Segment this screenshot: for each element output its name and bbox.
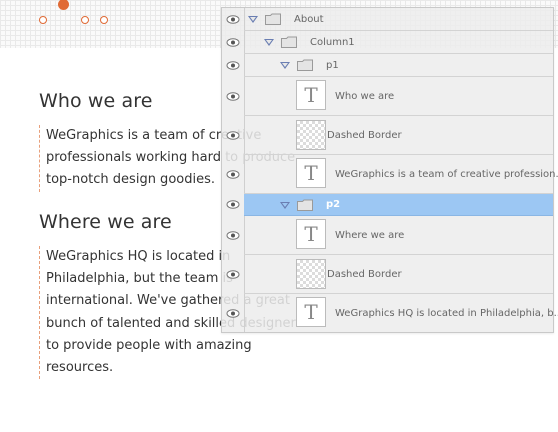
eye-icon[interactable] <box>226 309 240 318</box>
paragraph-line: to provide people with amazing <box>46 337 252 353</box>
expand-triangle-icon[interactable] <box>280 62 290 69</box>
layer-row-p1[interactable]: p1 <box>226 54 553 77</box>
pagination-dot-2[interactable] <box>58 0 69 10</box>
eye-icon[interactable] <box>226 131 240 140</box>
eye-icon[interactable] <box>226 231 240 240</box>
text-layer-thumbnail: T <box>296 219 326 249</box>
layer-row-text[interactable]: T Who we are <box>226 77 553 116</box>
layer-row-shape[interactable]: Dashed Border <box>226 116 553 155</box>
layer-row-p2[interactable]: p2 <box>226 194 553 216</box>
eye-icon[interactable] <box>226 38 240 47</box>
section-heading-where: Where we are <box>39 211 172 233</box>
layer-label: p2 <box>326 199 341 210</box>
expand-triangle-icon[interactable] <box>248 16 258 23</box>
layer-label: Dashed Border <box>327 269 402 280</box>
layer-label: Column1 <box>310 37 355 48</box>
pagination-dot-4[interactable] <box>100 16 108 24</box>
eye-icon[interactable] <box>226 270 240 279</box>
expand-triangle-icon[interactable] <box>280 202 290 209</box>
pagination-dot-3[interactable] <box>81 16 89 24</box>
shape-layer-thumbnail <box>296 120 326 150</box>
shape-layer-thumbnail <box>296 259 326 289</box>
folder-icon <box>297 199 313 211</box>
layer-row-shape[interactable]: Dashed Border <box>226 255 553 294</box>
layer-label: WeGraphics HQ is located in Philadelphia… <box>335 308 558 319</box>
layer-label: Where we are <box>335 230 405 241</box>
layer-row-text[interactable]: T Where we are <box>226 216 553 255</box>
eye-icon[interactable] <box>226 92 240 101</box>
text-layer-thumbnail: T <box>296 297 326 327</box>
section-heading-who: Who we are <box>39 90 153 112</box>
folder-icon <box>281 36 297 48</box>
eye-icon[interactable] <box>226 200 240 209</box>
layer-row-column1[interactable]: Column1 <box>226 31 553 54</box>
layer-row-text[interactable]: T WeGraphics HQ is located in Philadelph… <box>226 294 558 332</box>
layer-label: About <box>294 14 324 25</box>
folder-icon <box>297 59 313 71</box>
layers-panel: About Column1 p1 T Who we are Dashed Bor… <box>221 7 558 333</box>
layer-label: Dashed Border <box>327 130 402 141</box>
layer-row-about[interactable]: About <box>226 8 553 31</box>
layer-label: WeGraphics is a team of creative profess… <box>335 169 558 180</box>
layer-label: p1 <box>326 60 339 71</box>
paragraph-line: resources. <box>46 360 114 376</box>
layer-label: Who we are <box>335 91 395 102</box>
layer-row-text[interactable]: T WeGraphics is a team of creative profe… <box>226 155 558 194</box>
text-layer-thumbnail: T <box>296 158 326 188</box>
eye-icon[interactable] <box>226 15 240 24</box>
expand-triangle-icon[interactable] <box>264 39 274 46</box>
pagination-dot-1[interactable] <box>39 16 47 24</box>
eye-icon[interactable] <box>226 170 240 179</box>
eye-icon[interactable] <box>226 61 240 70</box>
folder-icon <box>265 13 281 25</box>
text-layer-thumbnail: T <box>296 80 326 110</box>
